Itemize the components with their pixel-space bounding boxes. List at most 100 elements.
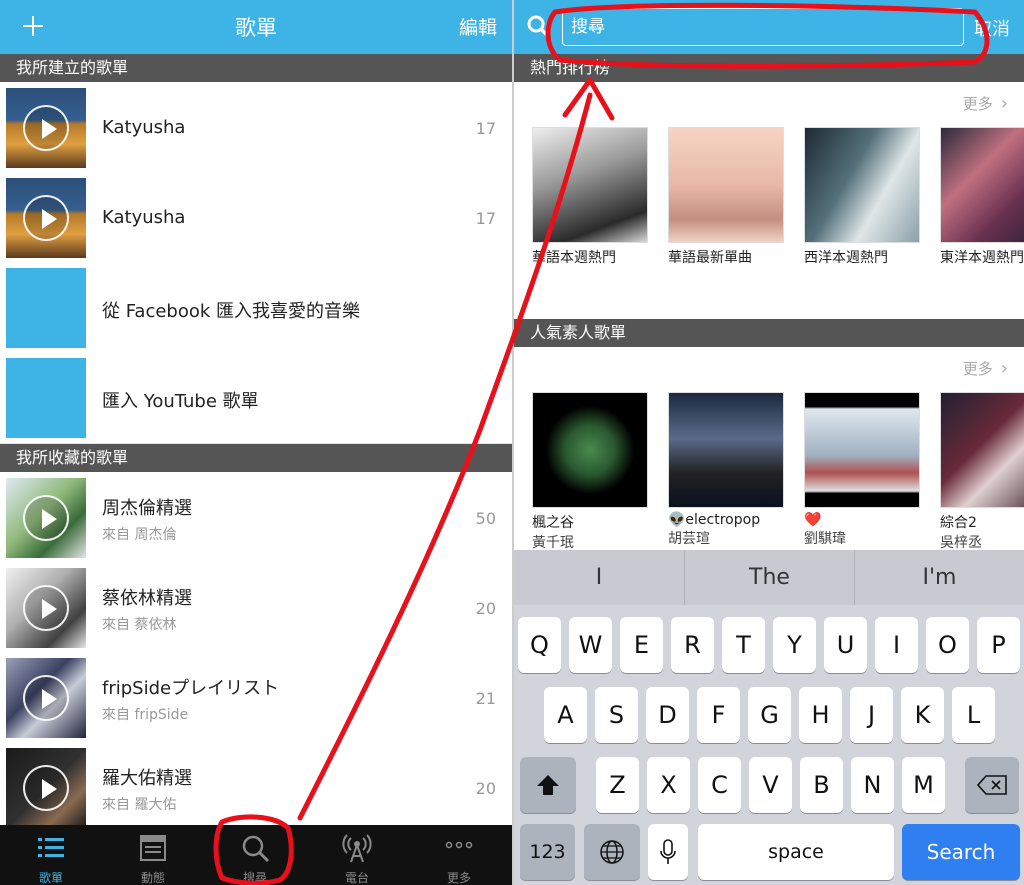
tab-label: 動態 xyxy=(140,871,165,885)
key-v[interactable]: V xyxy=(749,757,792,813)
more-icon xyxy=(445,841,473,849)
user-playlist-card[interactable]: 綜合2 吳梓丞 xyxy=(940,392,1024,552)
card-cover xyxy=(668,127,784,243)
key-w[interactable]: W xyxy=(569,617,612,673)
user-playlist-card[interactable]: 👽electropop 胡芸瑄 xyxy=(668,392,786,548)
top-bar: 歌單 編輯 xyxy=(0,0,512,54)
playlist-row[interactable]: 周杰倫精選 來自 周杰倫 50 xyxy=(0,472,512,563)
suggestion-item[interactable]: The xyxy=(684,550,854,605)
play-icon[interactable] xyxy=(23,585,69,631)
search-bar: 取消 xyxy=(514,0,1024,54)
playlist-source: 來自 羅大佑 xyxy=(102,797,177,813)
playlist-thumbnail xyxy=(6,748,86,828)
suggestion-item[interactable]: I'm xyxy=(854,550,1024,605)
key-f[interactable]: F xyxy=(697,687,740,743)
tab-playlists[interactable]: 歌單 xyxy=(0,825,102,885)
globe-key[interactable] xyxy=(584,824,640,880)
import-youtube-row[interactable]: 匯入 YouTube 歌單 xyxy=(0,352,512,444)
key-y[interactable]: Y xyxy=(773,617,816,673)
chart-card[interactable]: 華語本週熱門 xyxy=(532,127,650,267)
play-icon[interactable] xyxy=(23,195,69,241)
card-author: 吳梓丞 xyxy=(940,535,982,551)
edit-button[interactable]: 編輯 xyxy=(459,13,497,40)
tab-radio[interactable]: 電台 xyxy=(306,825,408,885)
song-count: 20 xyxy=(475,599,496,618)
section-header-saved: 我所收藏的歌單 xyxy=(0,444,512,472)
chart-card[interactable]: 華語最新單曲 xyxy=(668,127,786,267)
more-link[interactable]: 更多 › xyxy=(963,358,1008,379)
card-caption: 東洋本週熱門 xyxy=(940,250,1024,266)
section-header-popular: 人氣素人歌單 xyxy=(514,319,1024,347)
card-cover xyxy=(940,392,1024,508)
playlist-thumbnail xyxy=(6,88,86,168)
play-icon[interactable] xyxy=(23,765,69,811)
key-l[interactable]: L xyxy=(952,687,995,743)
key-o[interactable]: O xyxy=(926,617,969,673)
tab-label: 電台 xyxy=(344,871,369,885)
playlist-row[interactable]: fripSideプレイリスト 來自 fripSide 21 xyxy=(0,652,512,743)
key-k[interactable]: K xyxy=(901,687,944,743)
backspace-key[interactable] xyxy=(965,757,1019,813)
key-e[interactable]: E xyxy=(620,617,663,673)
key-q[interactable]: Q xyxy=(518,617,561,673)
playlist-source: 來自 蔡依林 xyxy=(102,617,177,633)
search-input[interactable] xyxy=(562,8,964,46)
key-p[interactable]: P xyxy=(977,617,1020,673)
key-n[interactable]: N xyxy=(851,757,894,813)
playlist-name: 匯入 YouTube 歌單 xyxy=(102,391,259,412)
more-label: 更多 xyxy=(962,360,993,378)
key-x[interactable]: X xyxy=(647,757,690,813)
card-author: 黃千珉 xyxy=(532,535,574,551)
numbers-key[interactable]: 123 xyxy=(520,824,575,880)
shift-icon xyxy=(537,775,559,795)
playlist-thumbnail xyxy=(6,568,86,648)
import-facebook-row[interactable]: 從 Facebook 匯入我喜愛的音樂 xyxy=(0,262,512,353)
more-link[interactable]: 更多 › xyxy=(963,93,1008,114)
key-d[interactable]: D xyxy=(646,687,689,743)
play-icon[interactable] xyxy=(23,495,69,541)
playlist-row[interactable]: 蔡依林精選 來自 蔡依林 20 xyxy=(0,562,512,653)
tab-feed[interactable]: 動態 xyxy=(102,825,204,885)
key-m[interactable]: M xyxy=(902,757,945,813)
card-title: ❤️ xyxy=(804,512,822,528)
feed-icon xyxy=(140,835,166,861)
chart-card[interactable]: 東洋本週熱門 xyxy=(940,127,1024,267)
playlist-row[interactable]: Katyusha 17 xyxy=(0,172,512,263)
card-cover xyxy=(532,127,648,243)
key-g[interactable]: G xyxy=(748,687,791,743)
microphone-icon xyxy=(660,839,676,864)
key-c[interactable]: C xyxy=(698,757,741,813)
song-count: 17 xyxy=(475,209,496,228)
playlist-row[interactable]: Katyusha 17 xyxy=(0,82,512,173)
user-playlist-card[interactable]: ❤️ 劉騏瑋 xyxy=(804,392,922,548)
key-r[interactable]: R xyxy=(671,617,714,673)
dictation-key[interactable] xyxy=(648,824,688,880)
playlist-row[interactable]: 羅大佑精選 來自 羅大佑 20 xyxy=(0,742,512,828)
playlist-name: fripSideプレイリスト xyxy=(102,678,280,699)
playlist-thumbnail xyxy=(6,658,86,738)
tab-label: 更多 xyxy=(446,871,471,885)
key-b[interactable]: B xyxy=(800,757,843,813)
chart-card[interactable]: 西洋本週熱門 xyxy=(804,127,922,267)
key-i[interactable]: I xyxy=(875,617,918,673)
key-a[interactable]: A xyxy=(544,687,587,743)
play-icon[interactable] xyxy=(23,675,69,721)
tab-search[interactable]: 搜尋 xyxy=(204,825,306,885)
shift-key[interactable] xyxy=(520,757,576,813)
play-icon[interactable] xyxy=(23,105,69,151)
search-key[interactable]: Search xyxy=(902,824,1020,880)
key-j[interactable]: J xyxy=(850,687,893,743)
cancel-button[interactable]: 取消 xyxy=(974,15,1010,41)
key-s[interactable]: S xyxy=(595,687,638,743)
key-h[interactable]: H xyxy=(799,687,842,743)
tab-more[interactable]: 更多 xyxy=(408,825,510,885)
key-z[interactable]: Z xyxy=(596,757,639,813)
card-title: 楓之谷 xyxy=(532,515,574,531)
user-playlist-card[interactable]: 楓之谷 黃千珉 xyxy=(532,392,650,552)
key-t[interactable]: T xyxy=(722,617,765,673)
playlist-thumbnail xyxy=(6,178,86,258)
suggestion-item[interactable]: I xyxy=(514,550,684,605)
playlist-name: 從 Facebook 匯入我喜愛的音樂 xyxy=(102,301,361,322)
key-u[interactable]: U xyxy=(824,617,867,673)
space-key[interactable]: space xyxy=(698,824,894,880)
